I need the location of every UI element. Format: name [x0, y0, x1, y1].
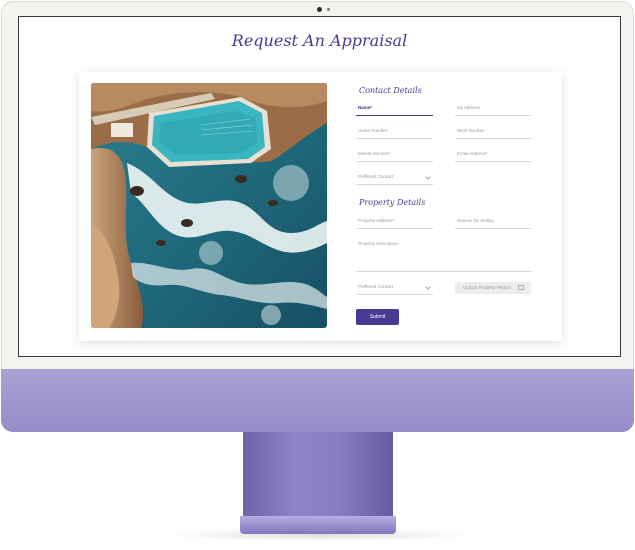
appraisal-card: Contact Details Name* My address Home Nu… — [79, 72, 562, 341]
name-field-label: Name* — [358, 105, 373, 110]
property-description-field[interactable]: Property Description — [356, 238, 532, 272]
ocean-pool-photo — [91, 83, 327, 328]
property-preferred-contact-label: Preffered Contact — [358, 284, 394, 289]
address-field-label: My address — [457, 105, 481, 110]
mobile-number-label: Mobile Number* — [358, 151, 391, 156]
address-field[interactable]: My address — [455, 102, 532, 116]
page-title: Request An Appraisal — [231, 31, 408, 50]
property-preferred-contact-select[interactable]: Preffered Contact — [356, 281, 433, 295]
imac-stand-base — [240, 516, 396, 534]
home-number-field[interactable]: Home Number — [356, 125, 433, 139]
sensor-icon — [327, 8, 330, 11]
reason-for-selling-field[interactable]: Reason for Selling — [455, 215, 532, 229]
upload-photos-button[interactable]: Upload Property Photos — [455, 282, 531, 294]
work-number-label: Work Number — [457, 128, 485, 133]
chevron-down-icon — [425, 174, 431, 180]
email-field[interactable]: Email Address* — [455, 148, 532, 162]
property-details-heading: Property Details — [359, 198, 426, 207]
upload-photos-label: Upload Property Photos — [463, 285, 511, 290]
contact-details-heading: Contact Details — [359, 86, 422, 95]
imac-chin — [1, 369, 634, 432]
property-address-field[interactable]: Property Address* — [356, 215, 433, 229]
image-icon — [518, 285, 524, 290]
property-description-label: Property Description — [358, 241, 399, 246]
camera-icon — [317, 7, 322, 12]
submit-button[interactable]: Submit — [356, 309, 399, 325]
imac-stand — [243, 431, 393, 518]
reason-for-selling-label: Reason for Selling — [457, 218, 494, 223]
mobile-number-field[interactable]: Mobile Number* — [356, 148, 433, 162]
chevron-down-icon — [425, 284, 431, 290]
screen: Request An Appraisal Contact Details Nam… — [18, 16, 621, 357]
property-address-label: Property Address* — [358, 218, 395, 223]
home-number-label: Home Number — [358, 128, 388, 133]
work-number-field[interactable]: Work Number — [455, 125, 532, 139]
imac-bezel: Request An Appraisal Contact Details Nam… — [1, 1, 634, 369]
name-field[interactable]: Name* — [356, 102, 433, 116]
email-label: Email Address* — [457, 151, 488, 156]
preferred-contact-select[interactable]: Preffered Contact — [356, 171, 433, 185]
preferred-contact-label: Preffered Contact — [358, 174, 394, 179]
